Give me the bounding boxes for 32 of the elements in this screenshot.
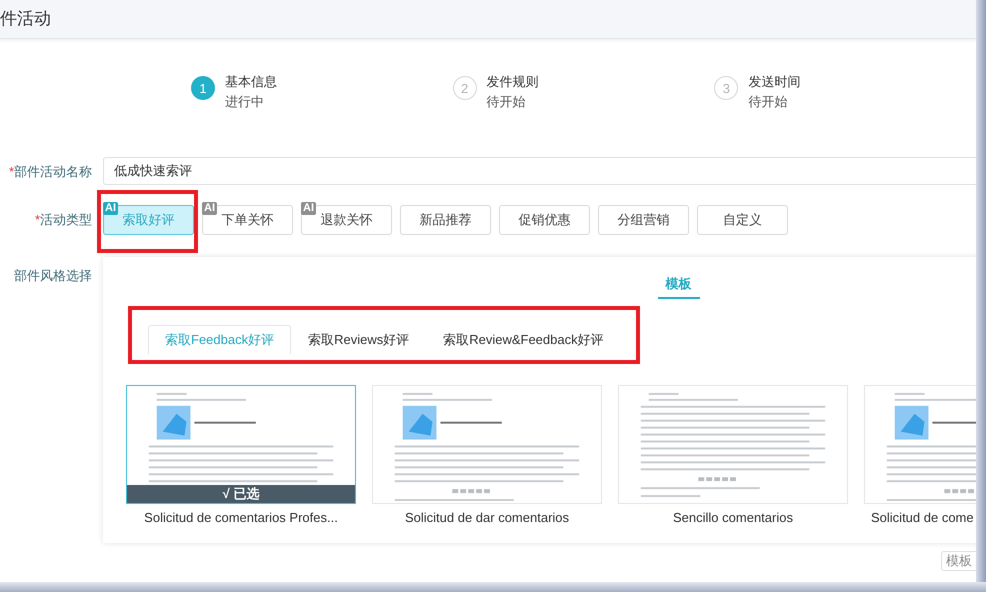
selected-badge: √ 已选 xyxy=(127,485,355,503)
page-title: 件活动 xyxy=(0,8,51,30)
type-button[interactable]: 自定义 xyxy=(697,205,788,235)
step-number: 3 xyxy=(714,76,738,100)
type-button[interactable]: 退款关怀 AI xyxy=(301,205,392,235)
step-status: 待开始 xyxy=(748,93,788,111)
step-status: 待开始 xyxy=(486,93,527,111)
template-button[interactable]: 模板 xyxy=(941,551,976,571)
step-title: 发件规则 xyxy=(486,73,539,91)
field-label: *活动类型 xyxy=(34,211,92,229)
type-button[interactable]: 促销优惠 xyxy=(499,205,590,235)
template-caption: Solicitud de comentarios Profes... xyxy=(144,510,338,525)
template-caption: Solicitud de come xyxy=(871,510,974,525)
tab[interactable]: 索取Reviews好评 xyxy=(291,325,426,354)
type-button[interactable]: 下单关怀 AI xyxy=(202,205,293,235)
type-button[interactable]: 分组营销 xyxy=(598,205,689,235)
field-label: 部件风格选择 xyxy=(13,267,92,285)
step-number: 2 xyxy=(452,76,477,100)
ai-badge: AI xyxy=(103,202,118,215)
field-label: *部件活动名称 xyxy=(8,163,92,181)
type-button[interactable]: 新品推荐 xyxy=(400,205,491,235)
template-caption: Solicitud de dar comentarios xyxy=(404,510,570,525)
step-status: 进行中 xyxy=(225,93,265,111)
ai-badge: AI xyxy=(202,202,217,215)
template-caption: Sencillo comentarios xyxy=(673,510,793,525)
tab[interactable]: 索取Review&Feedback好评 xyxy=(426,325,621,354)
step-title: 发送时间 xyxy=(748,73,800,91)
template-thumbnail[interactable]: √ 已选 xyxy=(126,385,356,504)
step-title: 基本信息 xyxy=(225,73,277,91)
input-field[interactable]: 低成快速索评 xyxy=(103,157,976,185)
ai-badge: AI xyxy=(301,202,316,215)
step-number: 1 xyxy=(191,76,215,100)
